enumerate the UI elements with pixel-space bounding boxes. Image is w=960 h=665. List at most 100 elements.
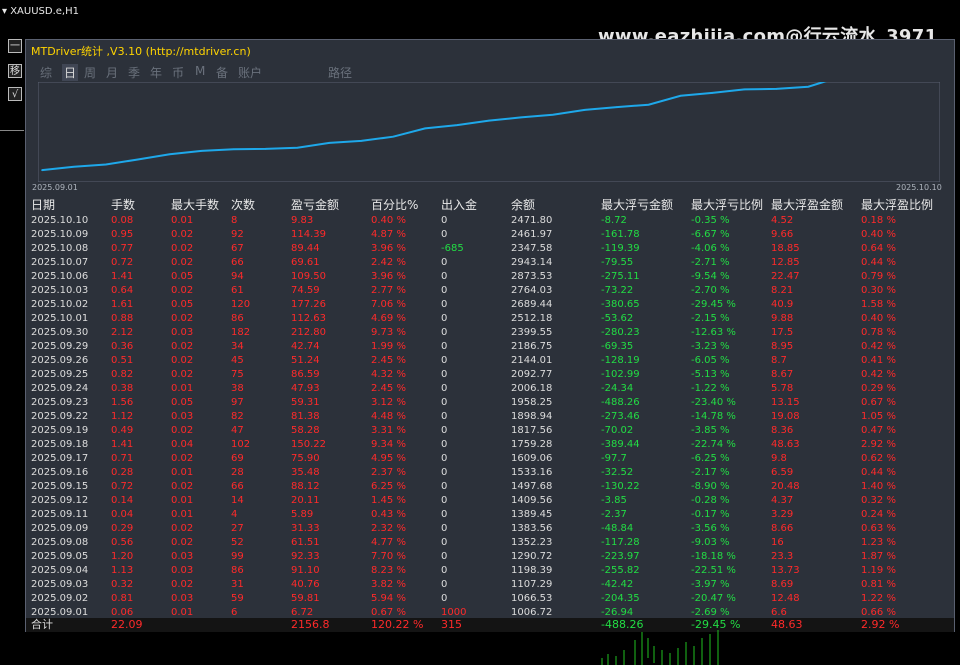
table-cell: 2025.09.26 bbox=[31, 355, 89, 366]
tab-7[interactable]: M bbox=[195, 64, 205, 78]
table-cell: 2025.10.02 bbox=[31, 299, 89, 310]
table-cell: 4.95 % bbox=[371, 453, 406, 464]
table-cell: 2025.10.03 bbox=[31, 285, 89, 296]
balance-point bbox=[424, 127, 426, 130]
table-cell: 1898.94 bbox=[511, 411, 553, 422]
balance-point bbox=[488, 119, 490, 122]
table-cell: 2.45 % bbox=[371, 355, 406, 366]
table-cell: 5.89 bbox=[291, 509, 314, 520]
table-cell: 0 bbox=[441, 383, 448, 394]
table-cell: 0.40 % bbox=[861, 229, 896, 240]
table-cell: -2.70 % bbox=[691, 285, 730, 296]
table-cell: 0.02 bbox=[171, 243, 194, 254]
table-cell: 2092.77 bbox=[511, 369, 553, 380]
column-header[interactable]: 出入金 bbox=[441, 196, 477, 214]
tab-8[interactable]: 备 bbox=[216, 64, 228, 81]
column-header[interactable]: 手数 bbox=[111, 196, 135, 214]
table-cell: 0.40 % bbox=[861, 313, 896, 324]
table-cell: 4.69 % bbox=[371, 313, 406, 324]
minimize-button[interactable]: 一 bbox=[8, 39, 22, 53]
table-cell: 2006.18 bbox=[511, 383, 553, 394]
table-cell: 0 bbox=[441, 565, 448, 576]
table-cell: 2.32 % bbox=[371, 523, 406, 534]
total-lots: 22.09 bbox=[111, 618, 143, 631]
table-cell: -20.47 % bbox=[691, 593, 736, 604]
table-cell: 0.79 % bbox=[861, 271, 896, 282]
column-header[interactable]: 最大浮亏比例 bbox=[691, 196, 763, 214]
table-row: 2025.09.12 0.14 0.01 14 20.11 1.45 % 0 1409.56 -… bbox=[26, 494, 954, 508]
table-cell: -273.46 bbox=[601, 411, 640, 422]
table-cell: 1.41 bbox=[111, 271, 134, 282]
table-cell: 0.02 bbox=[171, 285, 194, 296]
table-cell: 40.9 bbox=[771, 299, 794, 310]
table-cell: 38 bbox=[231, 383, 244, 394]
chart-divider bbox=[0, 130, 24, 131]
table-cell: 0.18 % bbox=[861, 215, 896, 226]
tab-3[interactable]: 月 bbox=[106, 64, 118, 81]
table-row: 2025.09.26 0.51 0.02 45 51.24 2.45 % 0 2144.01 -… bbox=[26, 354, 954, 368]
table-row: 2025.09.08 0.56 0.02 52 61.51 4.77 % 0 1352.23 -… bbox=[26, 536, 954, 550]
table-cell: 28 bbox=[231, 467, 244, 478]
table-row: 2025.10.08 0.77 0.02 67 89.44 3.96 % -685 2347.… bbox=[26, 242, 954, 256]
table-cell: 1.87 % bbox=[861, 551, 896, 562]
column-header[interactable]: 日期 bbox=[31, 196, 55, 214]
column-header[interactable]: 最大浮盈比例 bbox=[861, 196, 933, 214]
table-row: 2025.10.07 0.72 0.02 66 69.61 2.42 % 0 2943.14 -… bbox=[26, 256, 954, 270]
tab-1[interactable]: 日 bbox=[62, 64, 79, 81]
tab-0[interactable]: 综 bbox=[40, 64, 52, 81]
column-header[interactable]: 余额 bbox=[511, 196, 535, 214]
tab-4[interactable]: 季 bbox=[128, 64, 140, 81]
check-button[interactable]: √ bbox=[8, 87, 22, 101]
table-cell: 8 bbox=[231, 215, 238, 226]
table-cell: -223.97 bbox=[601, 551, 640, 562]
tab-10[interactable]: 路径 bbox=[328, 64, 352, 81]
table-cell: 58.28 bbox=[291, 425, 320, 436]
table-cell: 0.01 bbox=[171, 495, 194, 506]
balance-point bbox=[105, 163, 107, 166]
table-cell: 1958.25 bbox=[511, 397, 553, 408]
table-cell: 0 bbox=[441, 271, 448, 282]
table-cell: 4.87 % bbox=[371, 229, 406, 240]
table-cell: -22.74 % bbox=[691, 439, 736, 450]
balance-point bbox=[584, 109, 586, 111]
column-header[interactable]: 次数 bbox=[231, 196, 255, 214]
table-cell: 0 bbox=[441, 257, 448, 268]
table-cell: 1.56 bbox=[111, 397, 134, 408]
table-cell: 67 bbox=[231, 243, 244, 254]
column-header[interactable]: 盈亏金额 bbox=[291, 196, 339, 214]
tab-6[interactable]: 币 bbox=[172, 64, 184, 81]
column-header[interactable]: 百分比% bbox=[371, 196, 418, 214]
table-cell: 2.92 % bbox=[861, 439, 896, 450]
column-header[interactable]: 最大浮亏金额 bbox=[601, 196, 673, 214]
table-cell: 0.02 bbox=[171, 523, 194, 534]
table-cell: -24.34 bbox=[601, 383, 634, 394]
table-cell: 1.19 % bbox=[861, 565, 896, 576]
table-cell: 0.01 bbox=[171, 383, 194, 394]
table-cell: -275.11 bbox=[601, 271, 640, 282]
table-row: 2025.09.11 0.04 0.01 4 5.89 0.43 % 0 1389.45 -2.… bbox=[26, 508, 954, 522]
table-cell: -204.35 bbox=[601, 593, 640, 604]
table-cell: 9.73 % bbox=[371, 327, 406, 338]
tab-5[interactable]: 年 bbox=[150, 64, 162, 81]
table-cell: 8.66 bbox=[771, 523, 794, 534]
column-header[interactable]: 最大手数 bbox=[171, 196, 219, 214]
tab-9[interactable]: 账户 bbox=[238, 64, 262, 81]
table-cell: 17.5 bbox=[771, 327, 794, 338]
panel-title: MTDriver统计 ,V3.10 (http://mtdriver.cn) bbox=[31, 45, 251, 58]
table-cell: 0.63 % bbox=[861, 523, 896, 534]
table-row: 2025.09.15 0.72 0.02 66 88.12 6.25 % 0 1497.68 -… bbox=[26, 480, 954, 494]
table-cell: 8.36 bbox=[771, 425, 794, 436]
tab-2[interactable]: 周 bbox=[84, 64, 96, 81]
table-cell: 81.38 bbox=[291, 411, 320, 422]
table-cell: 2025.09.17 bbox=[31, 453, 89, 464]
column-header[interactable]: 最大浮盈金额 bbox=[771, 196, 843, 214]
move-button[interactable]: 移 bbox=[8, 64, 22, 78]
table-cell: 47 bbox=[231, 425, 244, 436]
table-cell: 0.02 bbox=[171, 453, 194, 464]
table-cell: 0 bbox=[441, 341, 448, 352]
table-cell: 0.62 % bbox=[861, 453, 896, 464]
table-row: 2025.09.17 0.71 0.02 69 75.90 4.95 % 0 1609.06 -… bbox=[26, 452, 954, 466]
table-cell: -70.02 bbox=[601, 425, 634, 436]
table-cell: 9.8 bbox=[771, 453, 787, 464]
total-max-fp: 48.63 bbox=[771, 618, 803, 631]
